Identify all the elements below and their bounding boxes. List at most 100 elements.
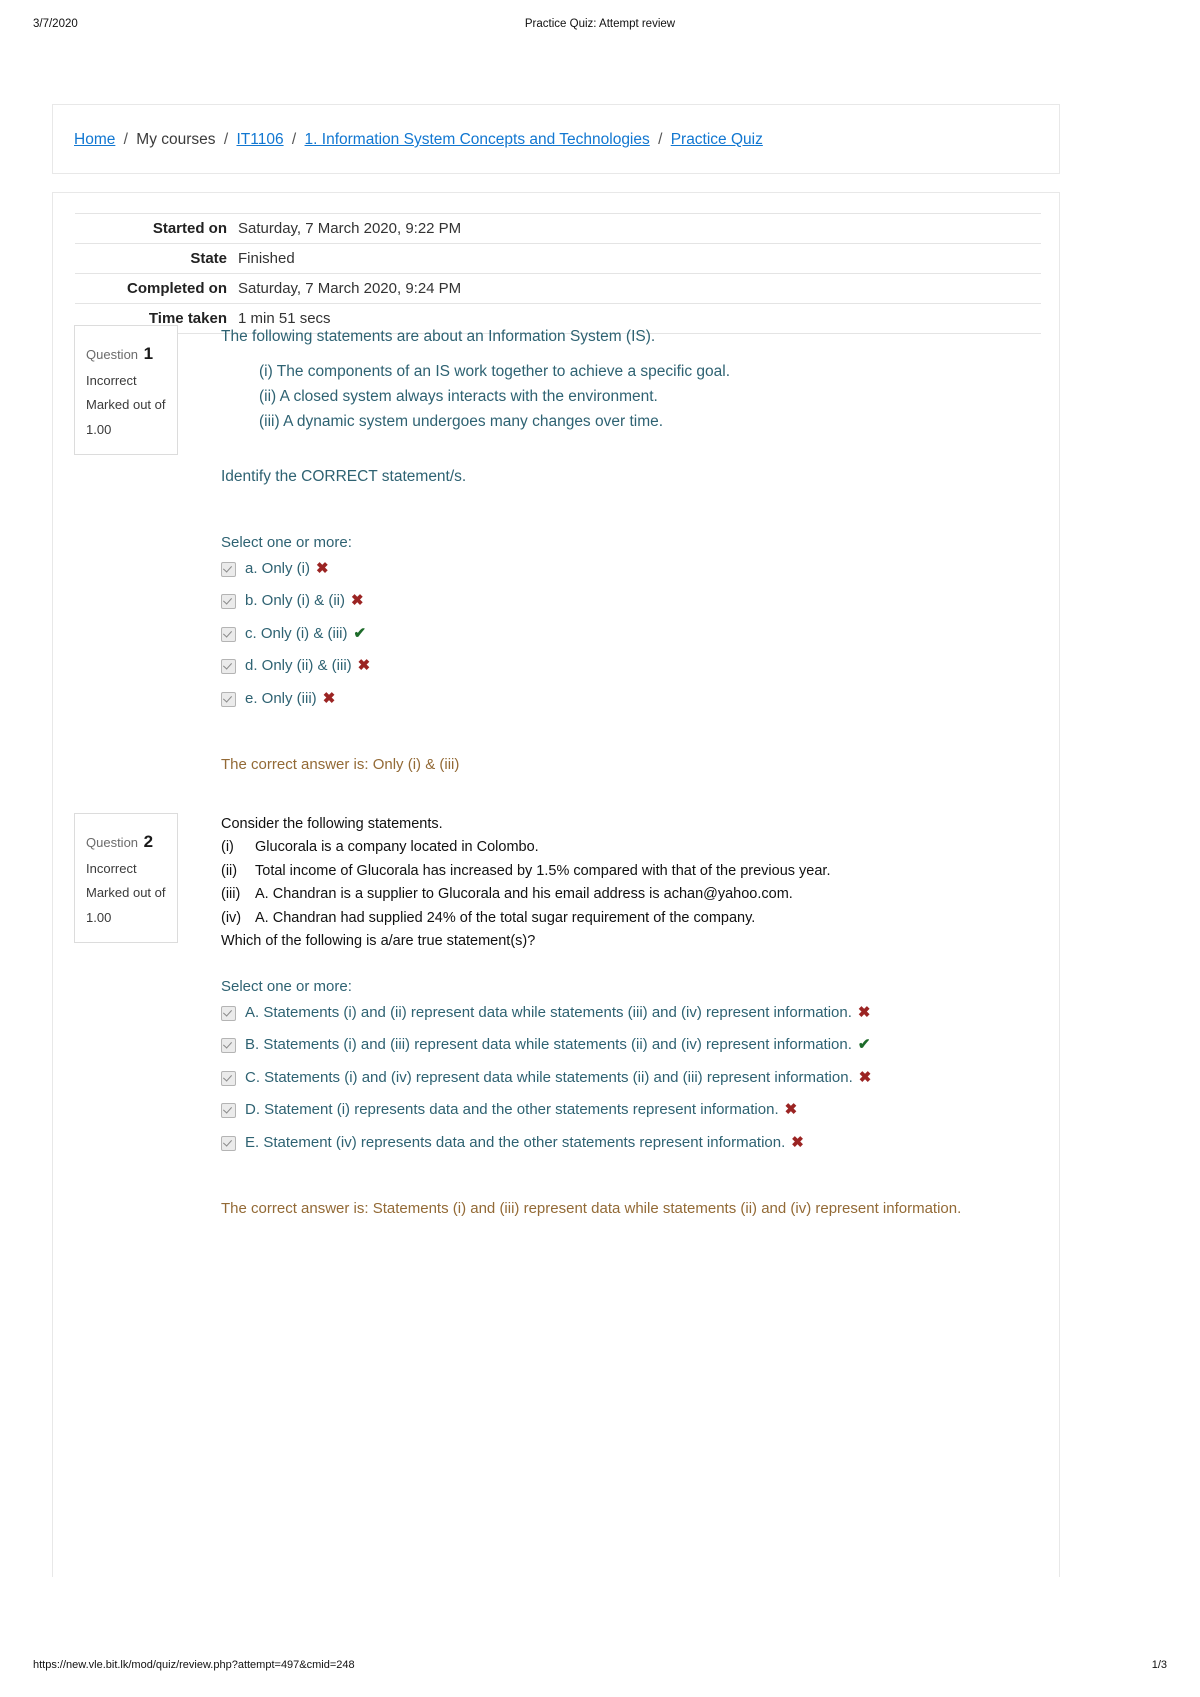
- question-number-label-2: Question 2: [86, 826, 167, 857]
- check-icon: ✔: [353, 624, 367, 642]
- answer-option-label-b: b. Only (i) & (ii): [245, 592, 346, 610]
- answer-option-D[interactable]: D. Statement (i) represents data and the…: [221, 1100, 1021, 1120]
- answer-option-label-c: c. Only (i) & (iii): [245, 624, 348, 642]
- statement-number: (i): [221, 839, 234, 856]
- breadcrumb-card: Home / My courses / IT1106 / 1. Informat…: [52, 104, 1060, 174]
- question-state-1: Incorrect: [86, 373, 137, 389]
- statement-number: (iii): [221, 886, 241, 903]
- answer-option-label-B: B. Statements (i) and (iii) represent da…: [245, 1036, 852, 1054]
- breadcrumb-item-my-courses: My courses: [136, 131, 216, 148]
- breadcrumb-item-practice-quiz[interactable]: Practice Quiz: [671, 131, 763, 148]
- question-text-2: Consider the following statements. (i) Gl…: [221, 813, 1021, 954]
- answer-option-label-D: D. Statement (i) represents data and the…: [245, 1101, 779, 1119]
- print-page-title: Practice Quiz: Attempt review: [524, 18, 676, 30]
- statement-ii: (ii) A closed system always interacts wi…: [259, 388, 658, 406]
- checkbox-icon[interactable]: [221, 1038, 236, 1054]
- breadcrumb-separator: /: [291, 131, 297, 148]
- cross-icon: ✖: [322, 689, 336, 707]
- answer-option-label-d: d. Only (ii) & (iii): [245, 657, 352, 675]
- attempt-summary-table: Started on Saturday, 7 March 2020, 9:22 …: [75, 213, 1041, 334]
- summary-value-state: Finished: [238, 250, 295, 267]
- summary-label-completed-on: Completed on: [127, 280, 227, 297]
- cross-icon: ✖: [351, 592, 364, 610]
- answer-option-B[interactable]: B. Statements (i) and (iii) represent da…: [221, 1035, 1021, 1055]
- checkbox-icon[interactable]: [221, 1135, 236, 1151]
- breadcrumb-item-course-section[interactable]: 1. Information System Concepts and Techn…: [305, 131, 650, 148]
- question-text-1: The following statements are about an In…: [221, 325, 1021, 488]
- select-instruction-1: Select one or more:: [221, 533, 352, 551]
- select-instruction-2: Select one or more:: [221, 977, 352, 995]
- summary-value-completed-on: Saturday, 7 March 2020, 9:24 PM: [238, 280, 462, 297]
- statement-ii: (ii) Total income of Glucorala has increa…: [221, 860, 1021, 883]
- checkbox-icon[interactable]: [221, 691, 236, 707]
- question-info-box-2: Question 2 Incorrect Marked out of 1.00: [74, 813, 178, 943]
- print-header: 3/7/2020 Practice Quiz: Attempt review: [0, 18, 1200, 34]
- breadcrumb: Home / My courses / IT1106 / 1. Informat…: [74, 131, 763, 149]
- statement-i: (i) The components of an IS work togethe…: [259, 363, 730, 381]
- summary-label-state: State: [190, 250, 227, 267]
- statement-text: A. Chandran had supplied 24% of the tota…: [255, 909, 756, 926]
- table-row: State Finished: [75, 243, 1041, 274]
- answer-option-d[interactable]: d. Only (ii) & (iii) ✖: [221, 656, 1021, 676]
- answer-option-label-A: A. Statements (i) and (ii) represent dat…: [245, 1003, 852, 1021]
- answer-option-label-C: C. Statements (i) and (iv) represent dat…: [245, 1068, 853, 1086]
- cross-icon: ✖: [357, 657, 371, 675]
- question-state-2: Incorrect: [86, 861, 137, 877]
- question-marked-out-of-2: Marked out of 1.00: [86, 885, 166, 925]
- answer-option-e[interactable]: e. Only (iii) ✖: [221, 689, 1021, 709]
- print-footer-url: https://new.vle.bit.lk/mod/quiz/review.p…: [33, 1659, 355, 1671]
- statement-text: Glucorala is a company located in Colomb…: [255, 839, 539, 856]
- statement-text: A. Chandran is a supplier to Glucorala a…: [255, 886, 793, 903]
- question-word: Question: [86, 347, 139, 362]
- question-body-2: Consider the following statements. (i) Gl…: [221, 813, 1021, 1219]
- checkbox-icon[interactable]: [221, 594, 236, 610]
- check-icon: ✔: [857, 1036, 871, 1054]
- question-intro-2: Consider the following statements.: [221, 816, 443, 832]
- breadcrumb-separator: /: [123, 131, 128, 148]
- answer-option-b[interactable]: b. Only (i) & (ii) ✖: [221, 591, 1021, 611]
- question-info-box-1: Question 1 Incorrect Marked out of 1.00: [74, 325, 178, 455]
- breadcrumb-separator: /: [223, 131, 229, 148]
- cross-icon: ✖: [784, 1101, 798, 1119]
- breadcrumb-separator: /: [658, 131, 663, 148]
- checkbox-icon[interactable]: [221, 1070, 236, 1086]
- cross-icon: ✖: [857, 1003, 871, 1021]
- statement-iii: (iii) A dynamic system undergoes many ch…: [259, 412, 664, 430]
- checkbox-icon[interactable]: [221, 659, 236, 675]
- question-intro-1: The following statements are about an In…: [221, 328, 656, 345]
- checkbox-icon[interactable]: [221, 1103, 236, 1119]
- table-row: Started on Saturday, 7 March 2020, 9:22 …: [75, 213, 1041, 244]
- correct-answer-text-1: The correct answer is: Only (i) & (iii): [221, 756, 460, 774]
- answer-option-C[interactable]: C. Statements (i) and (iv) represent dat…: [221, 1068, 1021, 1088]
- breadcrumb-item-home[interactable]: Home: [74, 131, 115, 148]
- checkbox-icon[interactable]: [221, 626, 236, 642]
- statement-iii: (iii) A. Chandran is a supplier to Glucor…: [221, 883, 1021, 906]
- statement-number: (ii): [221, 862, 238, 879]
- summary-value-started-on: Saturday, 7 March 2020, 9:22 PM: [238, 220, 462, 237]
- answer-option-a[interactable]: a. Only (i) ✖: [221, 559, 1021, 579]
- statement-iv: (iv) A. Chandran had supplied 24% of the …: [221, 907, 1021, 930]
- answer-list-1: a. Only (i) ✖ b. Only (i) & (ii) ✖ c. On…: [221, 559, 1021, 709]
- answer-option-label-E: E. Statement (iv) represents data and th…: [245, 1133, 786, 1151]
- question-number: 1: [143, 344, 154, 363]
- question-marked-out-of-1: Marked out of 1.00: [86, 397, 166, 437]
- breadcrumb-item-it1106[interactable]: IT1106: [236, 131, 283, 148]
- cross-icon: ✖: [316, 559, 329, 577]
- print-footer-page-number: 1/3: [1151, 1659, 1167, 1671]
- question-word: Question: [86, 835, 139, 850]
- answer-option-label-a: a. Only (i): [245, 559, 311, 577]
- statement-text: Total income of Glucorala has increased …: [255, 862, 831, 879]
- print-footer: https://new.vle.bit.lk/mod/quiz/review.p…: [0, 1659, 1200, 1675]
- checkbox-icon[interactable]: [221, 1005, 236, 1021]
- answer-option-c[interactable]: c. Only (i) & (iii) ✔: [221, 624, 1021, 644]
- attempt-review-card: Started on Saturday, 7 March 2020, 9:22 …: [52, 192, 1060, 1577]
- correct-answer-text-2: The correct answer is: Statements (i) an…: [221, 1200, 962, 1218]
- answer-option-label-e: e. Only (iii): [245, 689, 317, 707]
- checkbox-icon[interactable]: [221, 561, 236, 577]
- answer-option-E[interactable]: E. Statement (iv) represents data and th…: [221, 1133, 1021, 1153]
- statement-i: (i) Glucorala is a company located in Col…: [221, 836, 1021, 859]
- statement-number: (iv): [221, 909, 242, 926]
- question-statements-1: (i) The components of an IS work togethe…: [259, 360, 1021, 434]
- question-number: 2: [143, 832, 154, 851]
- answer-option-A[interactable]: A. Statements (i) and (ii) represent dat…: [221, 1003, 1021, 1023]
